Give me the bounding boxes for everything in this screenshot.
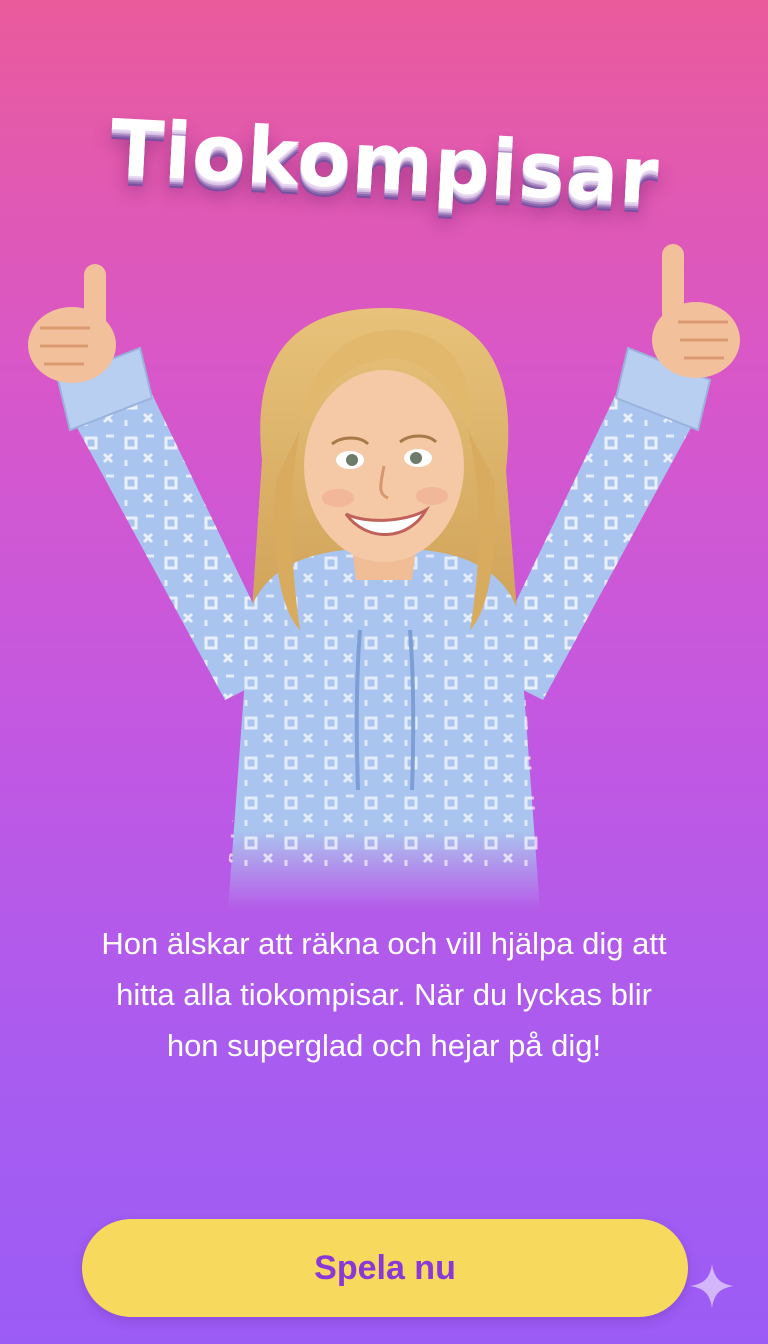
sparkle-icon <box>690 1264 734 1308</box>
app-title: Tiokompisar <box>108 103 662 223</box>
girl-thumbs-up-illustration <box>28 244 740 910</box>
hero-illustration <box>0 230 768 910</box>
play-now-button[interactable]: Spela nu <box>82 1219 688 1317</box>
intro-description: Hon älskar att räkna och vill hjälpa dig… <box>101 926 667 1063</box>
